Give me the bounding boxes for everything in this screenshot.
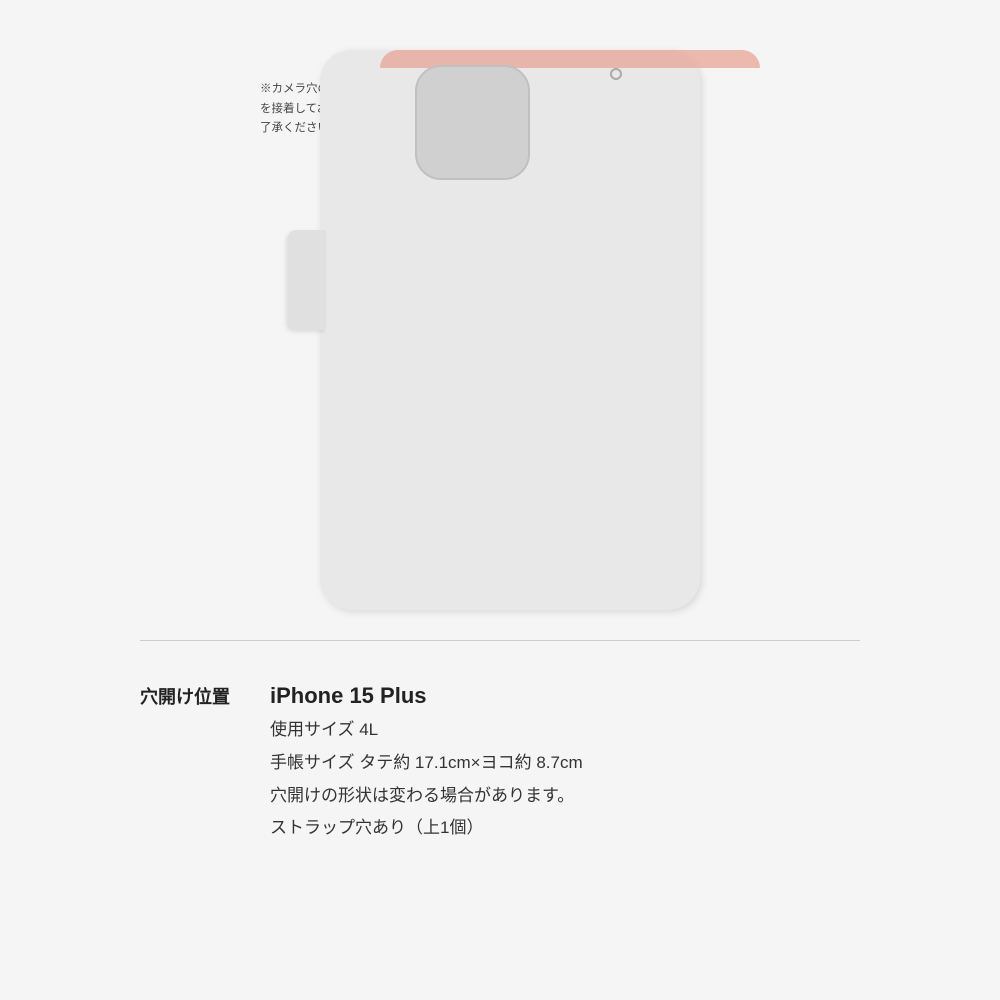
phone-case-illustration: ※カメラ穴の横ならびに上部はケースを接着しておりません。あらかじめご了承ください… — [260, 50, 740, 630]
strap-hole — [610, 68, 622, 80]
info-details: iPhone 15 Plus 使用サイズ 4L 手帳サイズ タテ約 17.1cm… — [270, 681, 583, 843]
info-divider — [140, 640, 860, 641]
camera-cutout — [415, 65, 530, 180]
detail-line-4: ストラップ穴あり（上1個） — [270, 814, 583, 843]
detail-line-3: 穴開けの形状は変わる場合があります。 — [270, 782, 583, 811]
detail-line-1: 使用サイズ 4L — [270, 716, 583, 745]
info-label: 穴開け位置 — [140, 681, 250, 709]
case-body — [320, 50, 700, 610]
page-container: ※カメラ穴の横ならびに上部はケースを接着しておりません。あらかじめご了承ください… — [0, 0, 1000, 1000]
detail-line-2: 手帳サイズ タテ約 17.1cm×ヨコ約 8.7cm — [270, 749, 583, 778]
info-section: 穴開け位置 iPhone 15 Plus 使用サイズ 4L 手帳サイズ タテ約 … — [140, 681, 860, 843]
side-tab — [288, 230, 326, 330]
device-name: iPhone 15 Plus — [270, 681, 583, 712]
